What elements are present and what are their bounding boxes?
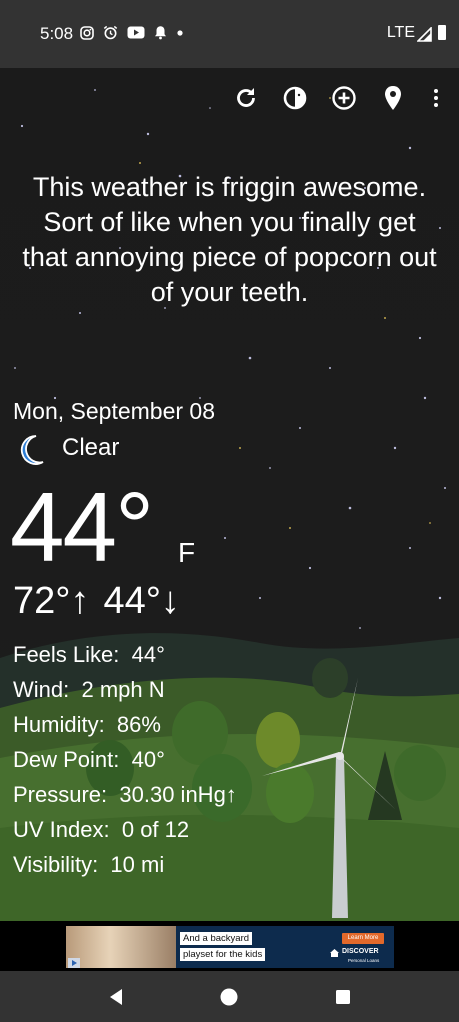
detail-uv-index: UV Index: 0 of 12 — [13, 817, 190, 842]
detail-dew-point: Dew Point: 40° — [13, 747, 165, 772]
detail-wind: Wind: 2 mph N — [13, 677, 165, 702]
location-pin-icon[interactable] — [379, 84, 407, 112]
status-time: 5:08 — [40, 24, 74, 43]
ad-headline-1: And a backyard — [180, 932, 253, 945]
ad-choices-icon[interactable] — [68, 958, 80, 968]
youtube-icon — [127, 26, 145, 39]
detail-pressure: Pressure: 30.30 inHg↑ — [13, 782, 237, 807]
home-icon[interactable] — [217, 985, 241, 1009]
signal-icon — [417, 27, 432, 42]
current-temperature: 44° — [10, 472, 154, 582]
ad-subbrand: Personal Loans — [348, 958, 380, 963]
detail-humidity: Humidity: 86% — [13, 712, 161, 737]
theme-icon[interactable] — [281, 84, 309, 112]
dot-icon — [177, 29, 183, 36]
instagram-icon — [80, 25, 94, 40]
refresh-icon[interactable] — [232, 84, 260, 112]
ad-brand: DISCOVER — [342, 948, 379, 955]
ad-headline-2: playset for the kids — [180, 948, 266, 961]
navigation-bar — [0, 971, 459, 1022]
crescent-moon-icon — [16, 434, 46, 471]
forecast-date: Mon, September 08 — [13, 398, 216, 424]
notification-bell-icon — [155, 26, 166, 40]
recents-icon[interactable] — [331, 985, 355, 1009]
ad-image — [66, 926, 176, 968]
house-icon — [330, 949, 339, 957]
status-icons — [80, 25, 184, 40]
low-temp: 44°↓ — [103, 580, 180, 622]
overflow-menu-icon[interactable] — [422, 84, 450, 112]
detail-visibility: Visibility: 10 mi — [13, 852, 165, 877]
alarm-icon — [103, 25, 118, 40]
network-type: LTE — [386, 24, 415, 41]
ad-banner[interactable]: And a backyard playset for the kids Lear… — [66, 926, 394, 968]
weather-quote: This weather is friggin awesome. Sort of… — [22, 172, 437, 307]
toolbar — [0, 84, 459, 110]
back-icon[interactable] — [104, 985, 128, 1009]
add-location-icon[interactable] — [330, 84, 358, 112]
detail-feels-like: Feels Like: 44° — [13, 642, 165, 667]
battery-icon — [438, 25, 446, 40]
status-bar: 5:08 LTE — [0, 0, 459, 68]
condition-label: Clear — [62, 434, 120, 461]
weather-details: Feels Like: 44° Wind: 2 mph N Humidity: … — [13, 637, 237, 882]
high-low-temps: 72°↑ 44°↓ — [13, 580, 180, 623]
temperature-unit: F — [178, 537, 196, 568]
ad-cta-button[interactable]: Learn More — [342, 933, 384, 944]
high-temp: 72°↑ — [13, 580, 90, 622]
